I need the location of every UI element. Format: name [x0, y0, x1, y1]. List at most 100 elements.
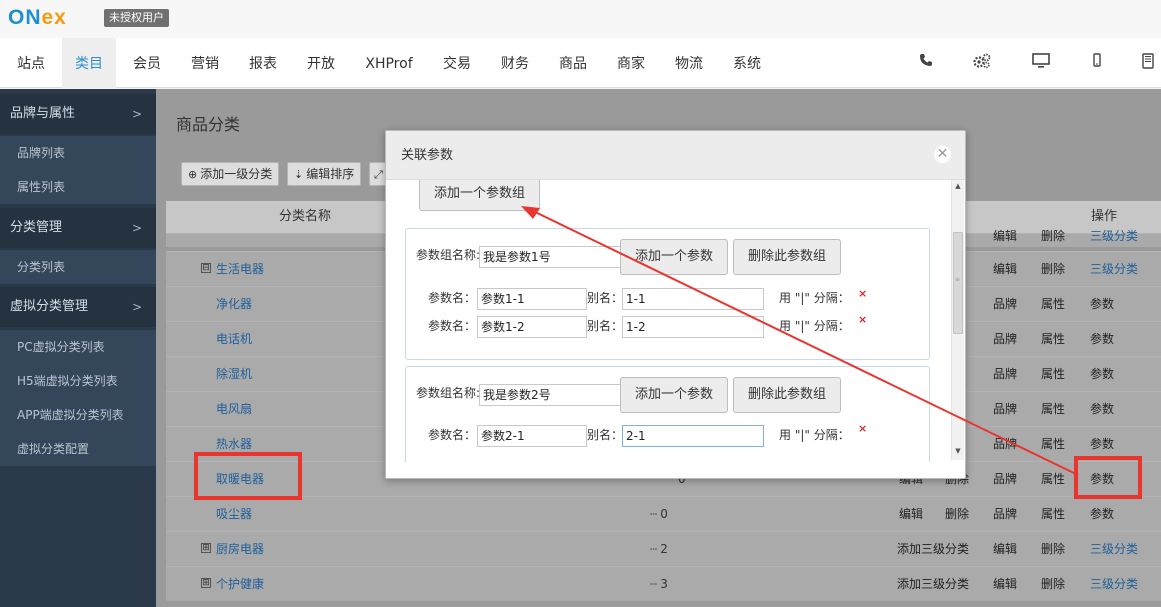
delete-param-icon[interactable]: ×	[858, 287, 867, 300]
logo[interactable]: ONex	[8, 6, 67, 30]
sidebar-item-app-virtual[interactable]: APP端虚拟分类列表	[0, 398, 156, 432]
nav-site[interactable]: 站点	[0, 38, 62, 88]
nav-category[interactable]: 类目	[62, 38, 116, 88]
alias-input[interactable]: 1-2	[622, 316, 764, 338]
delete-param-icon[interactable]: ×	[858, 313, 867, 326]
drag-handle-icon[interactable]: ┅	[650, 542, 657, 556]
desktop-icon[interactable]	[1031, 53, 1051, 71]
settings-cogs-icon[interactable]	[973, 53, 991, 71]
subcategory-link[interactable]: 三级分类	[1090, 567, 1138, 602]
brand-link[interactable]: 品牌	[993, 462, 1017, 497]
delete-link[interactable]: 删除	[1041, 567, 1065, 602]
param-name-input[interactable]: 参数1-1	[477, 288, 587, 310]
attribute-link[interactable]: 属性	[1041, 357, 1065, 392]
alias-input[interactable]: 2-1	[622, 425, 764, 447]
nav-trade[interactable]: 交易	[430, 38, 484, 88]
subcategory-link[interactable]: 三级分类	[1090, 252, 1138, 287]
param-link[interactable]: 参数	[1090, 322, 1114, 357]
edit-link[interactable]: 编辑	[993, 567, 1017, 602]
mobile-icon[interactable]	[1088, 53, 1106, 71]
delete-param-group-button[interactable]: 删除此参数组	[733, 239, 842, 275]
add-subcategory-link[interactable]: 添加三级分类	[897, 532, 969, 567]
sidebar-item-attr-list[interactable]: 属性列表	[0, 170, 156, 204]
nav-logistics[interactable]: 物流	[662, 38, 716, 88]
param-name-input[interactable]: 参数1-2	[477, 316, 587, 338]
delete-param-icon[interactable]: ×	[858, 422, 867, 435]
sidebar-section-virtual[interactable]: 虚拟分类管理 >	[0, 287, 156, 327]
nav-reports[interactable]: 报表	[236, 38, 290, 88]
category-name[interactable]: 吸尘器	[216, 497, 252, 532]
attribute-link[interactable]: 属性	[1041, 392, 1065, 427]
param-link[interactable]: 参数	[1090, 497, 1114, 532]
attribute-link[interactable]: 属性	[1041, 462, 1065, 497]
brand-link[interactable]: 品牌	[993, 392, 1017, 427]
add-top-category-button[interactable]: ⊕ 添加一级分类	[181, 162, 280, 186]
edit-link[interactable]: 编辑	[899, 497, 923, 532]
add-param-button[interactable]: 添加一个参数	[620, 239, 729, 275]
param-name-input[interactable]: 参数2-1	[477, 425, 587, 447]
expand-icon[interactable]: ⊞	[201, 578, 211, 588]
sidebar-section-category[interactable]: 分类管理 >	[0, 208, 156, 248]
delete-link[interactable]: 删除	[1041, 532, 1065, 567]
category-name[interactable]: 电话机	[216, 322, 252, 357]
nav-marketing[interactable]: 营销	[178, 38, 232, 88]
brand-link[interactable]: 品牌	[993, 287, 1017, 322]
nav-open[interactable]: 开放	[294, 38, 348, 88]
attribute-link[interactable]: 属性	[1041, 427, 1065, 462]
delete-link[interactable]: 删除	[1041, 252, 1065, 287]
category-name[interactable]: 除湿机	[216, 357, 252, 392]
drag-handle-icon[interactable]: ┅	[650, 507, 657, 521]
nav-xhprof[interactable]: XHProf	[352, 38, 426, 88]
sidebar-item-pc-virtual[interactable]: PC虚拟分类列表	[0, 330, 156, 364]
expand-icon[interactable]: ⊞	[201, 543, 211, 553]
edit-link[interactable]: 编辑	[993, 532, 1017, 567]
param-link[interactable]: 参数	[1090, 287, 1114, 322]
attribute-link[interactable]: 属性	[1041, 322, 1065, 357]
sidebar-item-brand-list[interactable]: 品牌列表	[0, 136, 156, 170]
delete-param-group-button[interactable]: 删除此参数组	[733, 377, 842, 413]
edit-sort-button[interactable]: ⇣ 编辑排序	[287, 162, 362, 186]
scroll-down-icon[interactable]: ▼	[952, 447, 964, 455]
group-name-input[interactable]: 我是参数2号	[479, 384, 621, 406]
brand-link[interactable]: 品牌	[993, 322, 1017, 357]
delete-link[interactable]: 删除	[945, 497, 969, 532]
add-param-button[interactable]: 添加一个参数	[620, 377, 729, 413]
nav-goods[interactable]: 商品	[546, 38, 600, 88]
scroll-up-icon[interactable]: ▲	[952, 182, 964, 190]
attribute-link[interactable]: 属性	[1041, 287, 1065, 322]
add-subcategory-link[interactable]: 添加三级分类	[897, 567, 969, 602]
category-name[interactable]: 电风扇	[216, 392, 252, 427]
edit-link[interactable]: 编辑	[993, 252, 1017, 287]
delete-link[interactable]: 删除	[1041, 230, 1065, 242]
nav-finance[interactable]: 财务	[488, 38, 542, 88]
nav-system[interactable]: 系统	[720, 38, 774, 88]
sidebar-item-virtual-config[interactable]: 虚拟分类配置	[0, 432, 156, 466]
nav-merchant[interactable]: 商家	[604, 38, 658, 88]
add-param-group-button[interactable]: 添加一个参数组	[419, 180, 541, 211]
brand-link[interactable]: 品牌	[993, 357, 1017, 392]
edit-link[interactable]: 编辑	[993, 230, 1017, 242]
subcategory-link[interactable]: 三级分类	[1090, 230, 1138, 242]
nav-member[interactable]: 会员	[120, 38, 174, 88]
brand-link[interactable]: 品牌	[993, 427, 1017, 462]
param-link[interactable]: 参数	[1090, 392, 1114, 427]
subcategory-link[interactable]: 三级分类	[1090, 532, 1138, 567]
category-name[interactable]: 生活电器	[216, 252, 264, 287]
alias-input[interactable]: 1-1	[622, 288, 764, 310]
close-icon[interactable]: ✕	[934, 146, 951, 163]
phone-icon[interactable]	[917, 53, 935, 71]
group-name-input[interactable]: 我是参数1号	[479, 246, 621, 268]
category-name[interactable]: 厨房电器	[216, 532, 264, 567]
category-name[interactable]: 净化器	[216, 287, 252, 322]
category-name[interactable]: 个护健康	[216, 567, 264, 602]
dialog-scrollbar[interactable]: ▲ ≡ ▼	[951, 180, 964, 460]
attribute-link[interactable]: 属性	[1041, 497, 1065, 532]
drag-handle-icon[interactable]: ┅	[650, 577, 657, 591]
sidebar-item-h5-virtual[interactable]: H5端虚拟分类列表	[0, 364, 156, 398]
sidebar-section-brand-attr[interactable]: 品牌与属性 >	[0, 94, 156, 134]
scroll-thumb[interactable]	[953, 232, 963, 334]
param-link[interactable]: 参数	[1090, 357, 1114, 392]
collapse-icon[interactable]: ⊟	[201, 263, 211, 273]
sidebar-item-category-list[interactable]: 分类列表	[0, 250, 156, 284]
tablet-icon[interactable]	[1139, 53, 1157, 71]
